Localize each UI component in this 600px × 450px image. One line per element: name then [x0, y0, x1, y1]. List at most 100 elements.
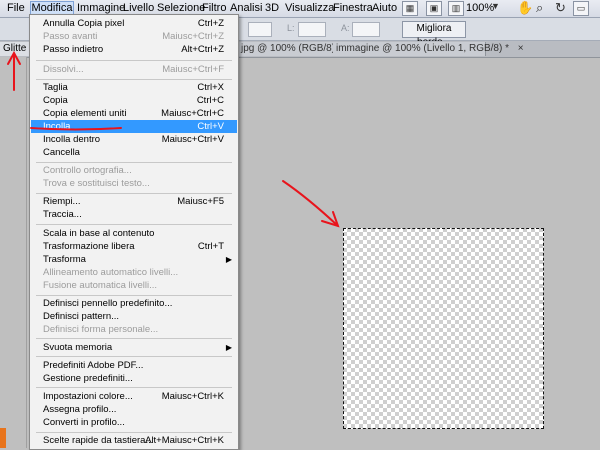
menu-visualizza[interactable]: Visualizza — [285, 2, 334, 16]
bridge-icon[interactable]: ▦ — [402, 1, 418, 16]
rotate-view-icon[interactable]: ↻ — [555, 0, 566, 16]
menu-item-shortcut: Maiusc+F5 — [177, 196, 224, 207]
menu-item-dissolvi[interactable]: Dissolvi... Maiusc+Ctrl+F — [31, 63, 237, 76]
menu-item-definisci-pattern[interactable]: Definisci pattern... — [31, 310, 237, 323]
menu-item-incolla-dentro[interactable]: Incolla dentro Maiusc+Ctrl+V — [31, 133, 237, 146]
tab-glitter[interactable]: Glitte — [0, 42, 31, 56]
menu-item-taglia[interactable]: Taglia Ctrl+X — [31, 81, 237, 94]
menu-aiuto[interactable]: Aiuto — [372, 2, 397, 16]
menu-item-label: Scala in base al contenuto — [43, 228, 155, 239]
hand-tool-icon[interactable]: ✋ — [517, 0, 533, 16]
menu-item-label: Definisci forma personale... — [43, 324, 159, 335]
menu-item-riempi[interactable]: Riempi... Maiusc+F5 — [31, 195, 237, 208]
tab-jpg-label: jpg @ 100% (RGB/8) — [241, 43, 336, 54]
menu-separator — [36, 60, 232, 61]
close-icon[interactable]: × — [518, 43, 524, 54]
menu-item-passo-indietro[interactable]: Passo indietro Alt+Ctrl+Z — [31, 43, 237, 56]
menu-item-label: Copia elementi uniti — [43, 108, 127, 119]
menu-item-converti-profilo[interactable]: Converti in profilo... — [31, 416, 237, 429]
menu-item-shortcut: Maiusc+Ctrl+K — [161, 391, 224, 402]
menu-item-copia-uniti[interactable]: Copia elementi uniti Maiusc+Ctrl+C — [31, 107, 237, 120]
menu-separator — [36, 432, 232, 433]
tab-jpg[interactable]: jpg @ 100% (RGB/8) — [238, 42, 337, 56]
menu-item-cancella[interactable]: Cancella — [31, 146, 237, 159]
menu-item-label: Gestione predefiniti... — [43, 373, 133, 384]
menu-item-trova-sostituisci[interactable]: Trova e sostituisci testo... — [31, 177, 237, 190]
menu-item-shortcut: Ctrl+T — [197, 241, 224, 252]
menu-3d[interactable]: 3D — [265, 2, 279, 16]
menu-item-trasforma[interactable]: Trasforma ▶ — [31, 253, 237, 266]
annotation-arrow-canvas — [282, 180, 340, 228]
tab-immagine-label: immagine @ 100% (Livello 1, RGB/8) * — [336, 43, 509, 54]
menu-item-fusione-livelli[interactable]: Fusione automatica livelli... — [31, 279, 237, 292]
menu-item-traccia[interactable]: Traccia... — [31, 208, 237, 221]
menu-item-scala-contenuto[interactable]: Scala in base al contenuto — [31, 227, 237, 240]
menu-separator — [36, 224, 232, 225]
tab-immagine[interactable]: immagine @ 100% (Livello 1, RGB/8) * × — [333, 42, 524, 56]
menu-item-label: Passo avanti — [43, 31, 98, 42]
menu-item-shortcut: Ctrl+V — [197, 121, 224, 132]
menu-item-copia[interactable]: Copia Ctrl+C — [31, 94, 237, 107]
menu-item-assegna-profilo[interactable]: Assegna profilo... — [31, 403, 237, 416]
menu-separator — [36, 356, 232, 357]
menu-item-label: Annulla Copia pixel — [43, 18, 125, 29]
selection-marquee — [343, 228, 544, 429]
menu-item-shortcut: Alt+Maiusc+Ctrl+K — [145, 435, 224, 446]
menu-item-label: Trova e sostituisci testo... — [43, 178, 150, 189]
submenu-arrow-icon: ▶ — [225, 255, 232, 264]
menu-item-passo-avanti[interactable]: Passo avanti Maiusc+Ctrl+Z — [31, 30, 237, 43]
menu-item-scelte-rapide[interactable]: Scelte rapide da tastiera... Alt+Maiusc+… — [31, 434, 237, 447]
menu-item-incolla[interactable]: Incolla Ctrl+V — [31, 120, 237, 133]
menu-item-label: Converti in profilo... — [43, 417, 125, 428]
menu-item-label: Assegna profilo... — [43, 404, 117, 415]
menu-item-gestione-predefiniti[interactable]: Gestione predefiniti... — [31, 372, 237, 385]
menu-item-shortcut: Ctrl+Z — [197, 18, 224, 29]
menu-item-label: Incolla — [43, 121, 71, 132]
tools-panel — [0, 57, 27, 448]
height-field[interactable] — [352, 22, 380, 37]
menu-item-impostazioni-colore[interactable]: Impostazioni colore... Maiusc+Ctrl+K — [31, 390, 237, 403]
menu-item-shortcut: Maiusc+Ctrl+C — [161, 108, 224, 119]
menu-item-annulla[interactable]: Annulla Copia pixel Ctrl+Z — [31, 17, 237, 30]
menu-item-allineamento-livelli[interactable]: Allineamento automatico livelli... — [31, 266, 237, 279]
menu-finestra[interactable]: Finestra — [333, 2, 373, 16]
menu-item-label: Incolla dentro — [43, 134, 101, 145]
menu-item-controllo-ortografia[interactable]: Controllo ortografia... — [31, 164, 237, 177]
menu-item-label: Dissolvi... — [43, 64, 84, 75]
menu-item-shortcut: Ctrl+C — [196, 95, 224, 106]
menu-item-definisci-pennello[interactable]: Definisci pennello predefinito... — [31, 297, 237, 310]
menu-item-svuota-memoria[interactable]: Svuota memoria ▶ — [31, 341, 237, 354]
menu-item-shortcut: Maiusc+Ctrl+V — [161, 134, 224, 145]
menu-file[interactable]: File — [7, 2, 25, 16]
menu-item-label: Cancella — [43, 147, 80, 158]
menu-item-predefiniti-pdf[interactable]: Predefiniti Adobe PDF... — [31, 359, 237, 372]
menu-item-trasformazione-libera[interactable]: Trasformazione libera Ctrl+T — [31, 240, 237, 253]
refine-edge-button[interactable]: Migliora bordo... — [402, 21, 466, 48]
menu-item-shortcut: Maiusc+Ctrl+F — [162, 64, 224, 75]
minibridge-icon[interactable]: ▣ — [426, 1, 442, 16]
zoom-level[interactable]: 100% — [466, 2, 494, 14]
menu-item-label: Traccia... — [43, 209, 82, 220]
menu-item-shortcut: Maiusc+Ctrl+Z — [162, 31, 224, 42]
zoom-tool-icon[interactable]: ⌕ — [536, 0, 543, 16]
style-dropdown[interactable] — [248, 22, 272, 37]
menu-item-label: Controllo ortografia... — [43, 165, 132, 176]
menu-item-definisci-forma[interactable]: Definisci forma personale... — [31, 323, 237, 336]
menu-item-shortcut: Ctrl+X — [197, 82, 224, 93]
zoom-dropdown-icon[interactable]: ▼ — [491, 1, 500, 11]
menu-item-label: Taglia — [43, 82, 68, 93]
menu-item-label: Copia — [43, 95, 68, 106]
menu-separator — [36, 295, 232, 296]
arrange-icon[interactable]: ▥ — [448, 1, 464, 16]
menu-item-shortcut: Alt+Ctrl+Z — [181, 44, 224, 55]
submenu-arrow-icon: ▶ — [225, 343, 232, 352]
menu-item-label: Trasforma — [43, 254, 86, 265]
width-label: L: — [287, 23, 295, 33]
menu-item-label: Allineamento automatico livelli... — [43, 267, 179, 278]
screen-mode-icon[interactable]: ▭ — [573, 1, 589, 16]
menu-separator — [36, 193, 232, 194]
menu-item-label: Scelte rapide da tastiera... — [43, 435, 154, 446]
width-field[interactable] — [298, 22, 326, 37]
modifica-menu: Annulla Copia pixel Ctrl+Z Passo avanti … — [29, 14, 239, 450]
menu-item-label: Fusione automatica livelli... — [43, 280, 158, 291]
